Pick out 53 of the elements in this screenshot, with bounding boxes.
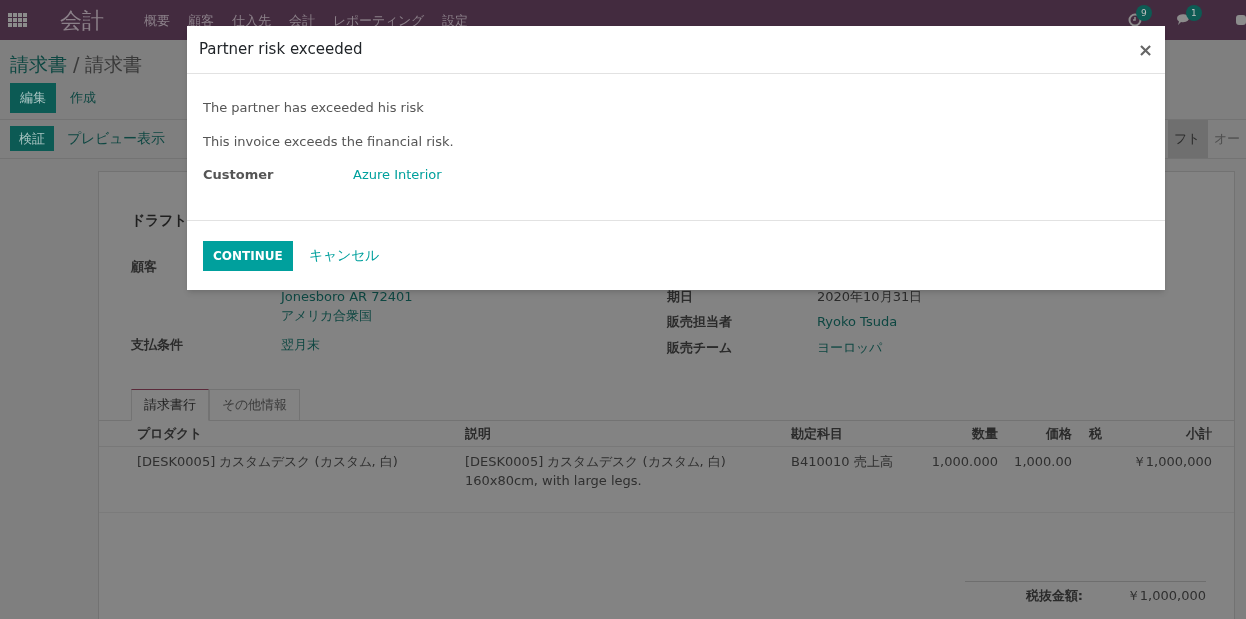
table-cell-text: [DESK0005] カスタムデスク (カスタム, 白) [136,453,399,471]
field-label: 販売チーム [667,338,733,357]
clock-icon[interactable] [1128,13,1142,27]
table-cell-text: ￥1,000,000 [1131,453,1212,471]
create-button[interactable]: 作成 [70,87,96,108]
customer-link[interactable]: Azure Interior [353,165,442,185]
table-cell-text: 1,000.000 [930,453,998,471]
column-header: 税 [1088,424,1102,443]
field-value[interactable]: アメリカ合衆国 [281,305,413,325]
field-value[interactable]: Ryoko Tsuda [817,312,898,332]
dialog-title: Partner risk exceeded [199,39,363,61]
dialog-message: The partner has exceeded his risk [203,99,425,117]
breadcrumb-link[interactable]: 請求書 [10,50,67,79]
apps-menu-icon[interactable] [8,12,28,28]
validate-button[interactable]: 検証 [10,126,54,151]
status-step[interactable]: フト [1168,119,1208,158]
field-value[interactable]: 翌月末 [281,334,320,354]
table-cell-text: 1,000.00 [1013,453,1072,471]
total-label: 税抜金額: [1025,587,1083,605]
column-header: 勘定科目 [790,424,844,443]
form-tab[interactable]: 請求書行 [131,389,209,421]
breadcrumb-current: 請求書 [85,52,143,77]
table-cell-text: [DESK0005] カスタムデスク (カスタム, 白) [465,453,727,471]
field-value: 2020年10月31日 [817,287,923,306]
document-title: ドラフト [131,210,188,230]
dialog-message: This invoice exceeds the financial risk. [203,132,455,151]
table-cell-text: B410010 売上高 [790,453,894,471]
field-label: 支払条件 [131,335,184,354]
notification-badge: 1 [1186,5,1202,21]
app-title[interactable]: 会計 [60,3,104,37]
cancel-button[interactable]: キャンセル [308,245,379,266]
total-value: ￥1,000,000 [1126,587,1206,605]
continue-button[interactable]: CONTINUE [203,240,293,271]
field-value[interactable]: Jonesboro AR 72401 [281,286,413,306]
column-header: 数量 [971,424,998,443]
field-label: Customer [203,166,275,184]
column-header: プロダクト [136,424,203,443]
column-header: 価格 [1044,424,1072,443]
form-tab[interactable]: その他情報 [209,389,300,421]
field-label: 顧客 [131,257,158,276]
field-label: 期日 [667,287,694,306]
notification-badge: 9 [1136,5,1152,21]
table-cell-text: 160x80cm, with large legs. [465,472,643,490]
breadcrumb-separator: / [73,52,80,77]
preview-button[interactable]: プレビュー表示 [67,128,165,149]
menu-item[interactable]: 概要 [144,11,170,31]
column-header: 説明 [464,424,492,443]
column-header: 小計 [1185,424,1212,443]
field-value[interactable]: ヨーロッパ [817,337,882,357]
user-icon[interactable] [1236,13,1246,27]
close-button[interactable]: × [1137,40,1153,59]
field-label: 販売担当者 [667,313,733,331]
edit-button[interactable]: 編集 [10,82,56,113]
